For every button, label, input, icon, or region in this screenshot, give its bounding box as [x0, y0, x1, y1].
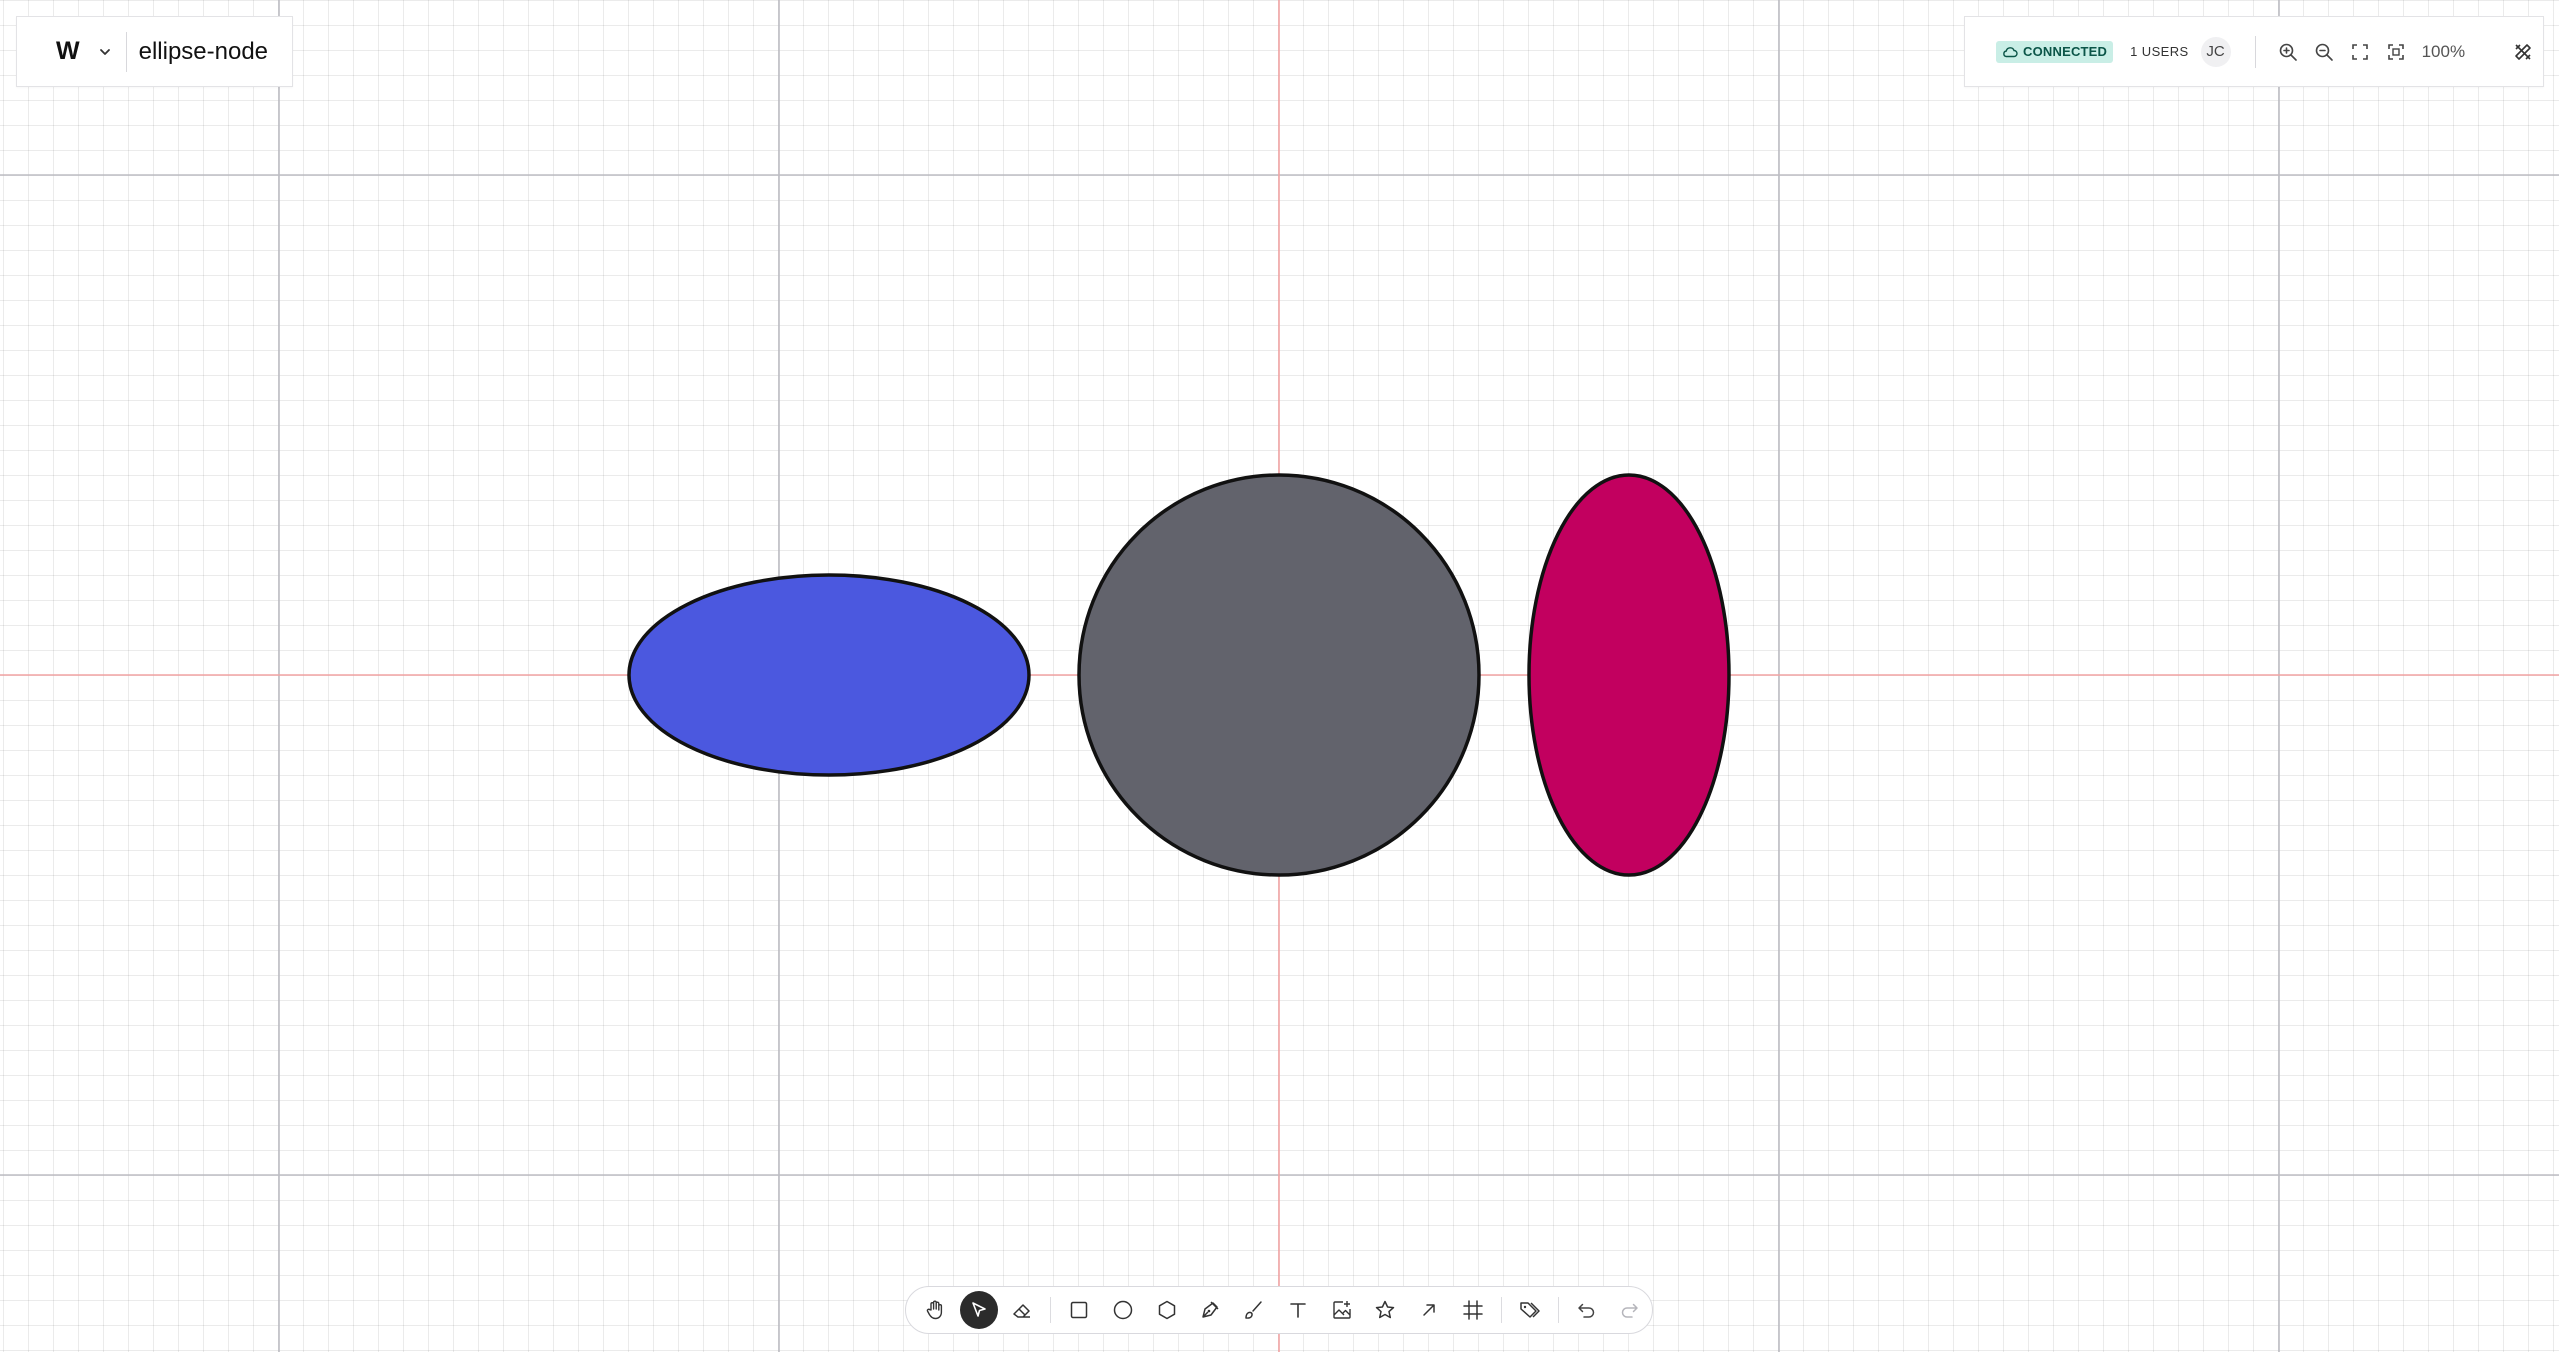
star-tool[interactable]: [1364, 1290, 1408, 1330]
text-tool[interactable]: [1276, 1290, 1320, 1330]
brush-tool[interactable]: [1232, 1290, 1276, 1330]
divider: [1557, 1297, 1559, 1323]
divider: [1050, 1297, 1052, 1323]
image-plus-icon: [1332, 1301, 1351, 1319]
frame-tool[interactable]: [1451, 1290, 1495, 1330]
hand-icon: [926, 1300, 942, 1320]
divider: [2254, 35, 2256, 68]
status-panel: CONNECTED 1 USERS JC 100%: [1964, 16, 2544, 87]
arrow-tool[interactable]: [1407, 1290, 1451, 1330]
pen-tool[interactable]: [1189, 1290, 1233, 1330]
star-icon: [1376, 1300, 1395, 1319]
rectangle-tool[interactable]: [1057, 1290, 1101, 1330]
avatar[interactable]: JC: [2200, 36, 2231, 67]
app-logo[interactable]: W: [56, 37, 80, 66]
tag-tool[interactable]: [1508, 1290, 1552, 1330]
brush-icon: [1245, 1301, 1262, 1319]
chevron-down-icon[interactable]: [98, 45, 112, 59]
tags-icon: [1519, 1302, 1540, 1318]
ellipse-tool[interactable]: [1101, 1290, 1145, 1330]
divider: [125, 31, 127, 72]
eraser-tool[interactable]: [1001, 1290, 1045, 1330]
bottom-toolbar: [905, 1286, 1653, 1334]
rectangle-icon: [1070, 1301, 1088, 1319]
zoom-level[interactable]: 100%: [2422, 42, 2465, 62]
title-panel: W ellipse-node: [16, 16, 293, 87]
fullscreen-icon[interactable]: [2342, 34, 2378, 70]
divider: [1500, 1297, 1502, 1323]
zoom-out-icon[interactable]: [2306, 34, 2342, 70]
polygon-tool[interactable]: [1145, 1290, 1189, 1330]
connection-label: CONNECTED: [2023, 44, 2108, 59]
ellipse-magenta[interactable]: [1527, 473, 1731, 877]
redo-icon: [1621, 1303, 1638, 1318]
arrow-icon: [1423, 1304, 1435, 1316]
tools-icon[interactable]: [2505, 34, 2541, 70]
circle-gray[interactable]: [1077, 473, 1481, 877]
ellipse-blue[interactable]: [627, 573, 1031, 777]
redo-button[interactable]: [1608, 1290, 1652, 1330]
undo-icon: [1578, 1303, 1595, 1318]
hand-tool[interactable]: [913, 1290, 957, 1330]
users-count: 1 USERS: [2130, 44, 2189, 59]
ellipse-icon: [1113, 1300, 1133, 1320]
undo-button[interactable]: [1565, 1290, 1609, 1330]
zoom-in-icon[interactable]: [2270, 34, 2306, 70]
fit-to-screen-icon[interactable]: [2378, 34, 2414, 70]
select-tool[interactable]: [957, 1290, 1001, 1330]
text-icon: [1290, 1303, 1306, 1318]
cursor-icon: [971, 1302, 986, 1317]
eraser-icon: [1013, 1304, 1031, 1318]
drawing-canvas[interactable]: [0, 0, 2559, 1352]
hexagon-icon: [1158, 1300, 1175, 1320]
frame-icon: [1463, 1300, 1483, 1320]
document-title[interactable]: ellipse-node: [139, 38, 268, 66]
cloud-icon: [2003, 46, 2018, 57]
connection-badge: CONNECTED: [1996, 40, 2114, 63]
canvas-svg: [0, 0, 2559, 1352]
image-tool[interactable]: [1320, 1290, 1364, 1330]
pen-icon: [1202, 1301, 1219, 1318]
